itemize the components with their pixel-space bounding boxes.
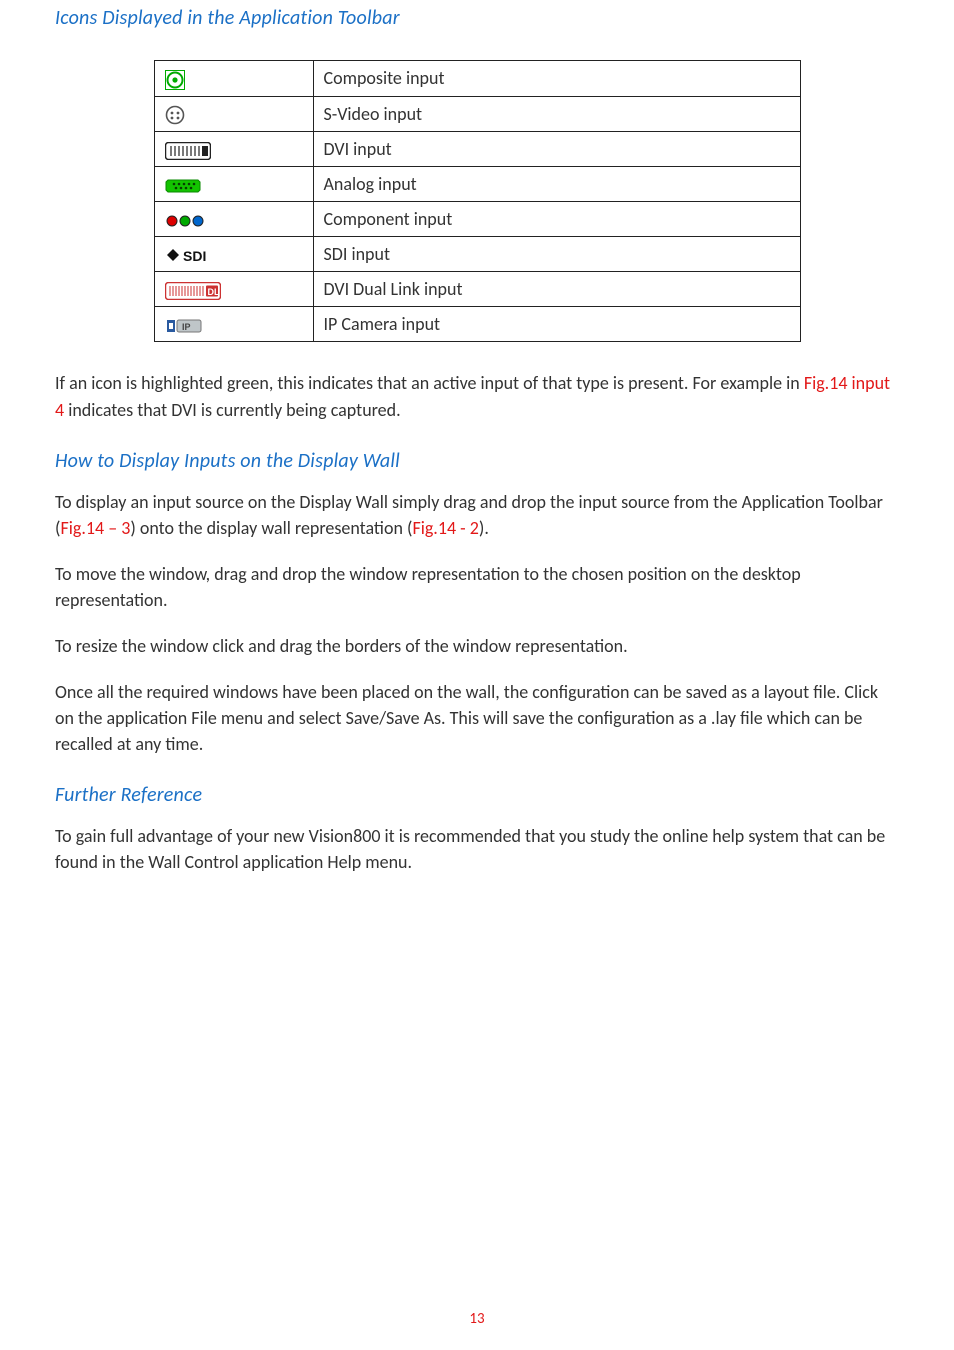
- dvi-icon: [165, 142, 211, 160]
- table-row: IP IP Camera input: [154, 307, 800, 342]
- text: indicates that DVI is currently being ca…: [64, 399, 401, 421]
- ipcam-icon: IP: [165, 317, 205, 335]
- icon-label: Component input: [313, 202, 800, 237]
- paragraph: To resize the window click and drag the …: [55, 633, 899, 659]
- composite-icon: [165, 70, 185, 90]
- table-row: Analog input: [154, 167, 800, 202]
- icon-label: DVI Dual Link input: [313, 272, 800, 307]
- section-heading-display: How to Display Inputs on the Display Wal…: [55, 443, 899, 489]
- icon-label: S-Video input: [313, 96, 800, 132]
- table-row: S-Video input: [154, 96, 800, 132]
- paragraph: Once all the required windows have been …: [55, 679, 899, 757]
- svg-text:SDI: SDI: [183, 248, 206, 264]
- table-row: DL DVI Dual Link input: [154, 272, 800, 307]
- paragraph: To gain full advantage of your new Visio…: [55, 823, 899, 875]
- table-row: SDI SDI input: [154, 237, 800, 272]
- sdi-icon: SDI: [165, 247, 213, 265]
- text: If an icon is highlighted green, this in…: [55, 372, 804, 394]
- table-row: Composite input: [154, 61, 800, 97]
- paragraph: If an icon is highlighted green, this in…: [55, 370, 899, 422]
- text: ).: [479, 517, 489, 539]
- section-heading-further: Further Reference: [55, 777, 899, 823]
- icon-label: DVI input: [313, 132, 800, 167]
- text: ) onto the display wall representation (: [130, 517, 412, 539]
- icon-table: Composite input S-Video input: [154, 60, 801, 342]
- svg-text:DL: DL: [207, 287, 219, 297]
- icon-label: SDI input: [313, 237, 800, 272]
- table-row: Component input: [154, 202, 800, 237]
- section-heading-icons: Icons Displayed in the Application Toolb…: [55, 0, 899, 60]
- svideo-icon: [165, 105, 185, 125]
- paragraph: To display an input source on the Displa…: [55, 489, 899, 541]
- svg-text:IP: IP: [182, 322, 191, 332]
- paragraph: To move the window, drag and drop the wi…: [55, 561, 899, 613]
- icon-label: IP Camera input: [313, 307, 800, 342]
- figure-ref: Fig.14 – 3: [60, 517, 130, 539]
- icon-label: Composite input: [313, 61, 800, 97]
- component-icon: [165, 213, 205, 229]
- figure-ref: Fig.14 - 2: [412, 517, 478, 539]
- analog-icon: [165, 177, 201, 195]
- dvi-dl-icon: DL: [165, 282, 221, 300]
- table-row: DVI input: [154, 132, 800, 167]
- page-number: 13: [0, 1310, 954, 1328]
- icon-label: Analog input: [313, 167, 800, 202]
